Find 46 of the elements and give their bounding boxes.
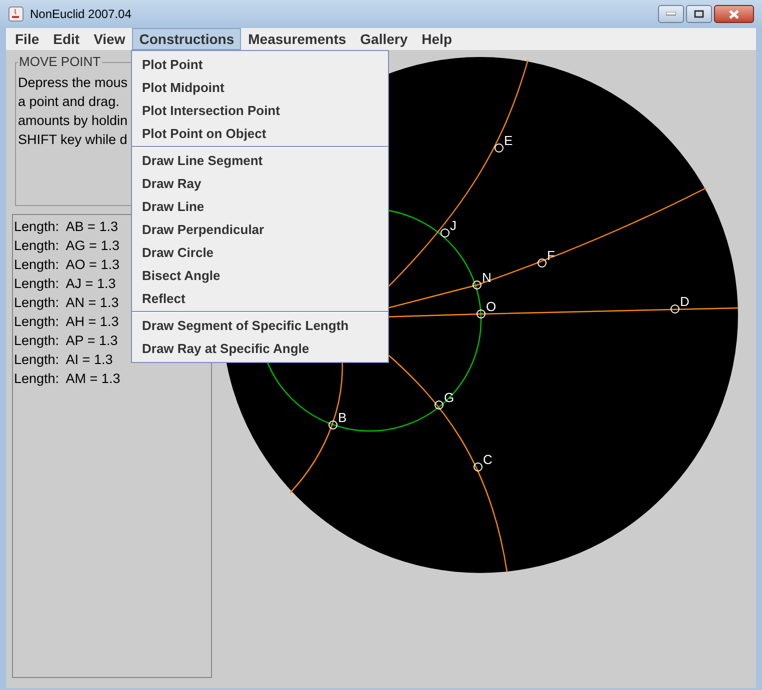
length-measurement: Length: AG = 1.3	[13, 237, 120, 255]
menu-option[interactable]: Reflect	[132, 287, 388, 310]
menu-item[interactable]: View	[86, 28, 132, 50]
length-measurement: Length: AB = 1.3	[13, 218, 118, 236]
menu-option[interactable]: Draw Line	[132, 195, 388, 218]
menu-option[interactable]: Plot Point on Object	[132, 122, 388, 145]
instruction-text: a point and drag.	[18, 93, 120, 111]
close-icon	[729, 10, 739, 18]
point[interactable]: C	[474, 452, 492, 472]
menu-option[interactable]: Bisect Angle	[132, 264, 388, 287]
length-measurement: Length: AH = 1.3	[13, 313, 119, 331]
point[interactable]: B	[328, 410, 347, 430]
menu-option[interactable]: Draw Line Segment	[132, 149, 388, 172]
length-measurement: Length: AP = 1.3	[13, 332, 118, 350]
length-measurement: Length: AO = 1.3	[13, 256, 120, 274]
menu-option[interactable]: Plot Midpoint	[132, 76, 388, 99]
menu-option[interactable]: Draw Ray	[132, 172, 388, 195]
maximize-icon	[694, 10, 704, 18]
point[interactable]: J	[440, 218, 456, 238]
length-measurement: Length: AM = 1.3	[13, 370, 120, 388]
instruction-text: Depress the mous	[18, 74, 128, 92]
length-measurement: Length: AN = 1.3	[13, 294, 119, 312]
menu-item[interactable]: Edit	[46, 28, 87, 50]
menu-item[interactable]: File	[8, 28, 46, 50]
window-title: NonEuclid 2007.04	[30, 6, 132, 23]
menu-option[interactable]: Draw Perpendicular	[132, 218, 388, 241]
menu-item[interactable]: Help	[414, 28, 459, 50]
menu-item[interactable]: Constructions	[132, 28, 242, 50]
menu-option[interactable]: Plot Intersection Point	[132, 99, 388, 122]
length-measurement: Length: AJ = 1.3	[13, 275, 116, 293]
minimize-icon	[666, 12, 676, 16]
length-measurement: Length: AI = 1.3	[13, 351, 113, 369]
point[interactable]: D	[670, 294, 690, 314]
menu-option[interactable]: Draw Segment of Specific Length	[132, 314, 388, 337]
menu-item[interactable]: Measurements	[241, 28, 354, 50]
minimize-button[interactable]	[658, 5, 684, 23]
menu-item[interactable]: Gallery	[353, 28, 415, 50]
menu-option[interactable]: Draw Circle	[132, 241, 388, 264]
instruction-text: SHIFT key while d	[18, 131, 128, 149]
point[interactable]: O	[476, 299, 496, 318]
maximize-button[interactable]	[686, 5, 712, 23]
menu-option[interactable]: Plot Point	[132, 53, 388, 76]
close-button[interactable]	[714, 5, 754, 23]
menu-option[interactable]: Draw Ray at Specific Angle	[132, 337, 388, 360]
instruction-text: amounts by holdin	[18, 112, 128, 130]
point[interactable]: E	[494, 133, 513, 152]
